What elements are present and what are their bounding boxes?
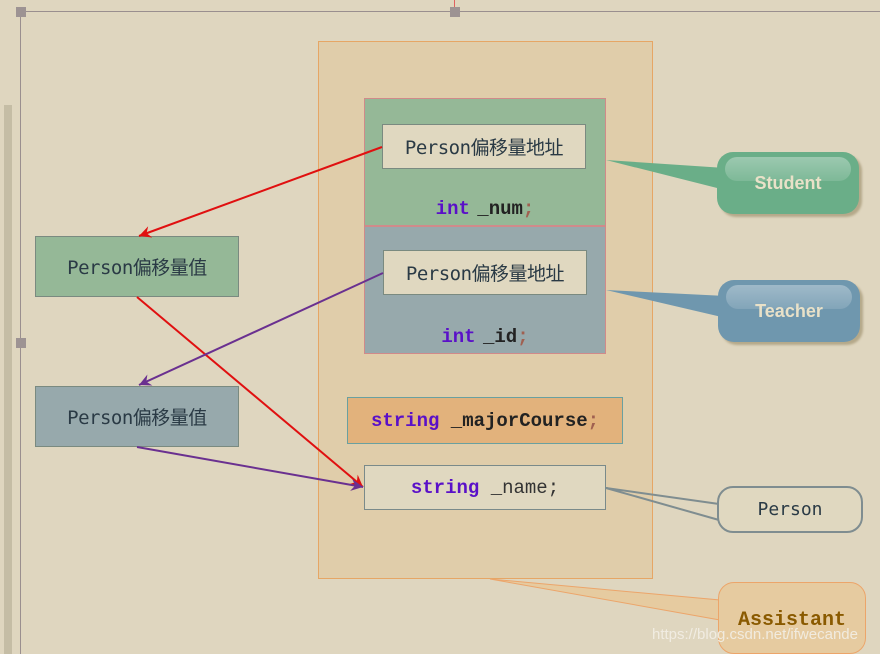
watermark: https://blog.csdn.net/ifwecande xyxy=(652,626,858,643)
person-callout-tail xyxy=(605,487,720,521)
arrow-teacher-offset-to-name xyxy=(136,446,364,491)
person-callout: Person xyxy=(717,486,863,533)
arrow-student-ptr-to-offset xyxy=(138,146,383,238)
teacher-callout-tail xyxy=(606,290,726,318)
student-callout-tail xyxy=(606,160,725,190)
teacher-callout-label: Teacher xyxy=(755,300,823,321)
student-callout: Student xyxy=(717,152,859,214)
teacher-callout: Teacher xyxy=(718,280,860,342)
assistant-callout-tail xyxy=(489,578,721,621)
student-callout-label: Student xyxy=(754,172,822,193)
person-callout-label: Person xyxy=(757,499,823,520)
assistant-callout: Assistant xyxy=(718,582,866,654)
arrow-student-offset-to-name xyxy=(136,296,364,488)
